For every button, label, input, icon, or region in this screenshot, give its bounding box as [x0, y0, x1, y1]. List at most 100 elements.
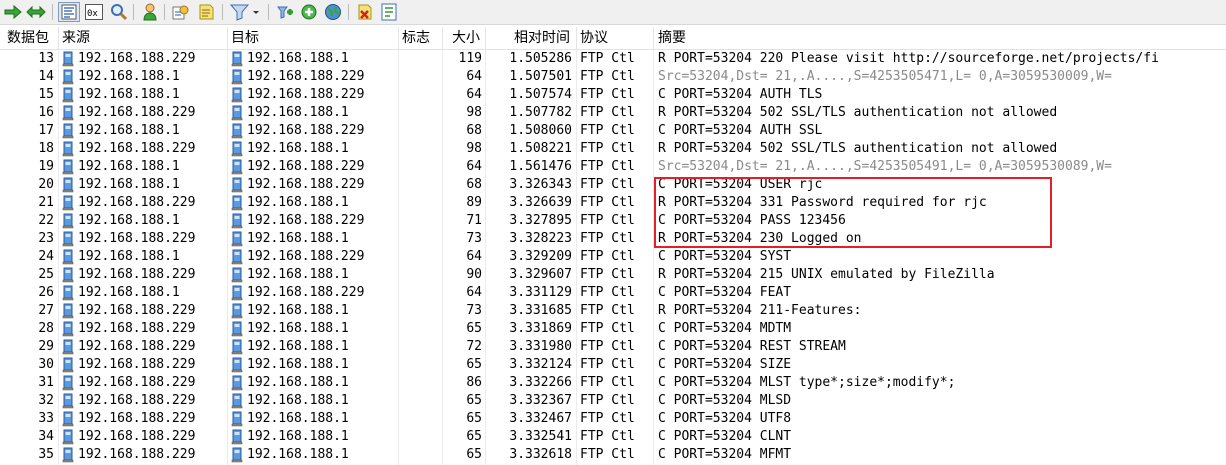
add-icon[interactable]	[298, 2, 320, 22]
relative-time: 3.326343	[509, 177, 572, 192]
table-row[interactable]: 25 192.168.188.229 192.168.188.1 90 3.329607…	[0, 266, 1226, 284]
arrow-right-icon[interactable]	[3, 2, 23, 22]
table-row[interactable]: 28 192.168.188.229 192.168.188.1 65 3.331869…	[0, 320, 1226, 338]
export-icon[interactable]	[378, 2, 400, 22]
relative-time: 3.329607	[509, 267, 572, 282]
packet-number: 22	[38, 213, 54, 228]
table-row[interactable]: 15 192.168.188.1 192.168.188.229 64 1.507574…	[0, 86, 1226, 104]
computer-icon	[231, 105, 243, 121]
delete-icon[interactable]	[354, 2, 376, 22]
table-row[interactable]: 22 192.168.188.1 192.168.188.229 71 3.327895…	[0, 212, 1226, 230]
column-header-summary[interactable]: 摘要	[658, 27, 686, 49]
relative-time: 1.507574	[509, 87, 572, 102]
column-header-protocol[interactable]: 协议	[580, 27, 608, 49]
table-row[interactable]: 32 192.168.188.229 192.168.188.1 65 3.332367…	[0, 392, 1226, 410]
column-divider[interactable]	[58, 27, 59, 49]
protocol: FTP Ctl	[580, 177, 635, 192]
table-row[interactable]: 17 192.168.188.1 192.168.188.229 68 1.508060…	[0, 122, 1226, 140]
packet-number: 20	[38, 177, 54, 192]
table-row[interactable]: 29 192.168.188.229 192.168.188.1 72 3.331980…	[0, 338, 1226, 356]
packet-number: 13	[38, 51, 54, 66]
hex-view-icon[interactable]: 0x	[83, 2, 105, 22]
table-row[interactable]: 13 192.168.188.229 192.168.188.1 119 1.50528…	[0, 50, 1226, 68]
protocol: FTP Ctl	[580, 339, 635, 354]
table-row[interactable]: 18 192.168.188.229 192.168.188.1 98 1.508221…	[0, 140, 1226, 158]
globe-icon[interactable]	[322, 2, 344, 22]
computer-icon	[231, 159, 243, 175]
column-header-time[interactable]: 相对时间	[514, 27, 570, 49]
summary: Src=53204,Dst= 21,.A....,S=4253505471,L=…	[658, 69, 1112, 84]
table-row[interactable]: 26 192.168.188.1 192.168.188.229 64 3.331129…	[0, 284, 1226, 302]
table-row[interactable]: 20 192.168.188.1 192.168.188.229 68 3.326343…	[0, 176, 1226, 194]
computer-icon	[231, 69, 243, 85]
table-row[interactable]: 27 192.168.188.229 192.168.188.1 73 3.331685…	[0, 302, 1226, 320]
computer-icon	[62, 213, 74, 229]
packet-size: 68	[466, 123, 482, 138]
protocol: FTP Ctl	[580, 249, 635, 264]
packet-number: 33	[38, 411, 54, 426]
source-ip: 192.168.188.229	[78, 321, 196, 336]
table-row[interactable]: 34 192.168.188.229 192.168.188.1 65 3.332541…	[0, 428, 1226, 446]
protocol: FTP Ctl	[580, 69, 635, 84]
column-divider[interactable]	[398, 27, 399, 49]
destination-cell: 192.168.188.1	[231, 104, 399, 122]
destination-cell: 192.168.188.229	[231, 122, 399, 140]
destination-ip: 192.168.188.1	[247, 141, 349, 156]
packet-number: 19	[38, 159, 54, 174]
user-icon[interactable]	[139, 2, 161, 22]
computer-icon	[231, 123, 243, 139]
arrow-left-right-icon[interactable]	[25, 2, 47, 22]
packet-number: 18	[38, 141, 54, 156]
destination-ip: 192.168.188.1	[247, 357, 349, 372]
destination-cell: 192.168.188.1	[231, 230, 399, 248]
column-divider[interactable]	[576, 27, 577, 49]
relative-time: 1.508221	[509, 141, 572, 156]
computer-icon	[231, 177, 243, 193]
decode-view-icon[interactable]	[58, 2, 80, 22]
column-header-source[interactable]: 来源	[62, 27, 90, 49]
table-row[interactable]: 23 192.168.188.229 192.168.188.1 73 3.328223…	[0, 230, 1226, 248]
table-row[interactable]: 14 192.168.188.1 192.168.188.229 64 1.507501…	[0, 68, 1226, 86]
packet-number: 14	[38, 69, 54, 84]
column-divider[interactable]	[653, 27, 654, 49]
column-divider[interactable]	[485, 27, 486, 49]
add-filter-icon[interactable]	[274, 2, 296, 22]
protocol: FTP Ctl	[580, 105, 635, 120]
table-row[interactable]: 35 192.168.188.229 192.168.188.1 65 3.332618…	[0, 446, 1226, 464]
source-cell: 192.168.188.229	[62, 446, 224, 464]
protocol: FTP Ctl	[580, 267, 635, 282]
column-header-size[interactable]: 大小	[452, 27, 480, 49]
table-row[interactable]: 31 192.168.188.229 192.168.188.1 86 3.332266…	[0, 374, 1226, 392]
packet-size: 72	[466, 339, 482, 354]
filter-icon[interactable]	[228, 2, 262, 22]
destination-cell: 192.168.188.1	[231, 446, 399, 464]
summary: C PORT=53204 AUTH SSL	[658, 123, 823, 138]
source-ip: 192.168.188.229	[78, 447, 196, 462]
table-row[interactable]: 24 192.168.188.1 192.168.188.229 64 3.329209…	[0, 248, 1226, 266]
search-icon[interactable]	[108, 2, 130, 22]
source-cell: 192.168.188.1	[62, 122, 224, 140]
column-header-destination[interactable]: 目标	[231, 27, 259, 49]
destination-cell: 192.168.188.1	[231, 428, 399, 446]
packet-size: 98	[466, 105, 482, 120]
table-row[interactable]: 16 192.168.188.229 192.168.188.1 98 1.507782…	[0, 104, 1226, 122]
destination-cell: 192.168.188.229	[231, 68, 399, 86]
source-cell: 192.168.188.229	[62, 392, 224, 410]
column-header-flag[interactable]: 标志	[402, 27, 430, 49]
settings-icon[interactable]	[170, 2, 192, 22]
table-row[interactable]: 19 192.168.188.1 192.168.188.229 64 1.561476…	[0, 158, 1226, 176]
table-row[interactable]: 33 192.168.188.229 192.168.188.1 65 3.332467…	[0, 410, 1226, 428]
column-header-num[interactable]: 数据包	[7, 27, 49, 49]
notes-icon[interactable]	[195, 2, 217, 22]
column-divider[interactable]	[442, 27, 443, 49]
computer-icon	[231, 429, 243, 445]
computer-icon	[231, 375, 243, 391]
table-row[interactable]: 30 192.168.188.229 192.168.188.1 65 3.332124…	[0, 356, 1226, 374]
destination-ip: 192.168.188.1	[247, 231, 349, 246]
column-divider[interactable]	[227, 27, 228, 49]
table-row[interactable]: 21 192.168.188.229 192.168.188.1 89 3.326639…	[0, 194, 1226, 212]
source-ip: 192.168.188.229	[78, 393, 196, 408]
packet-size: 64	[466, 285, 482, 300]
relative-time: 3.331869	[509, 321, 572, 336]
source-cell: 192.168.188.1	[62, 212, 224, 230]
